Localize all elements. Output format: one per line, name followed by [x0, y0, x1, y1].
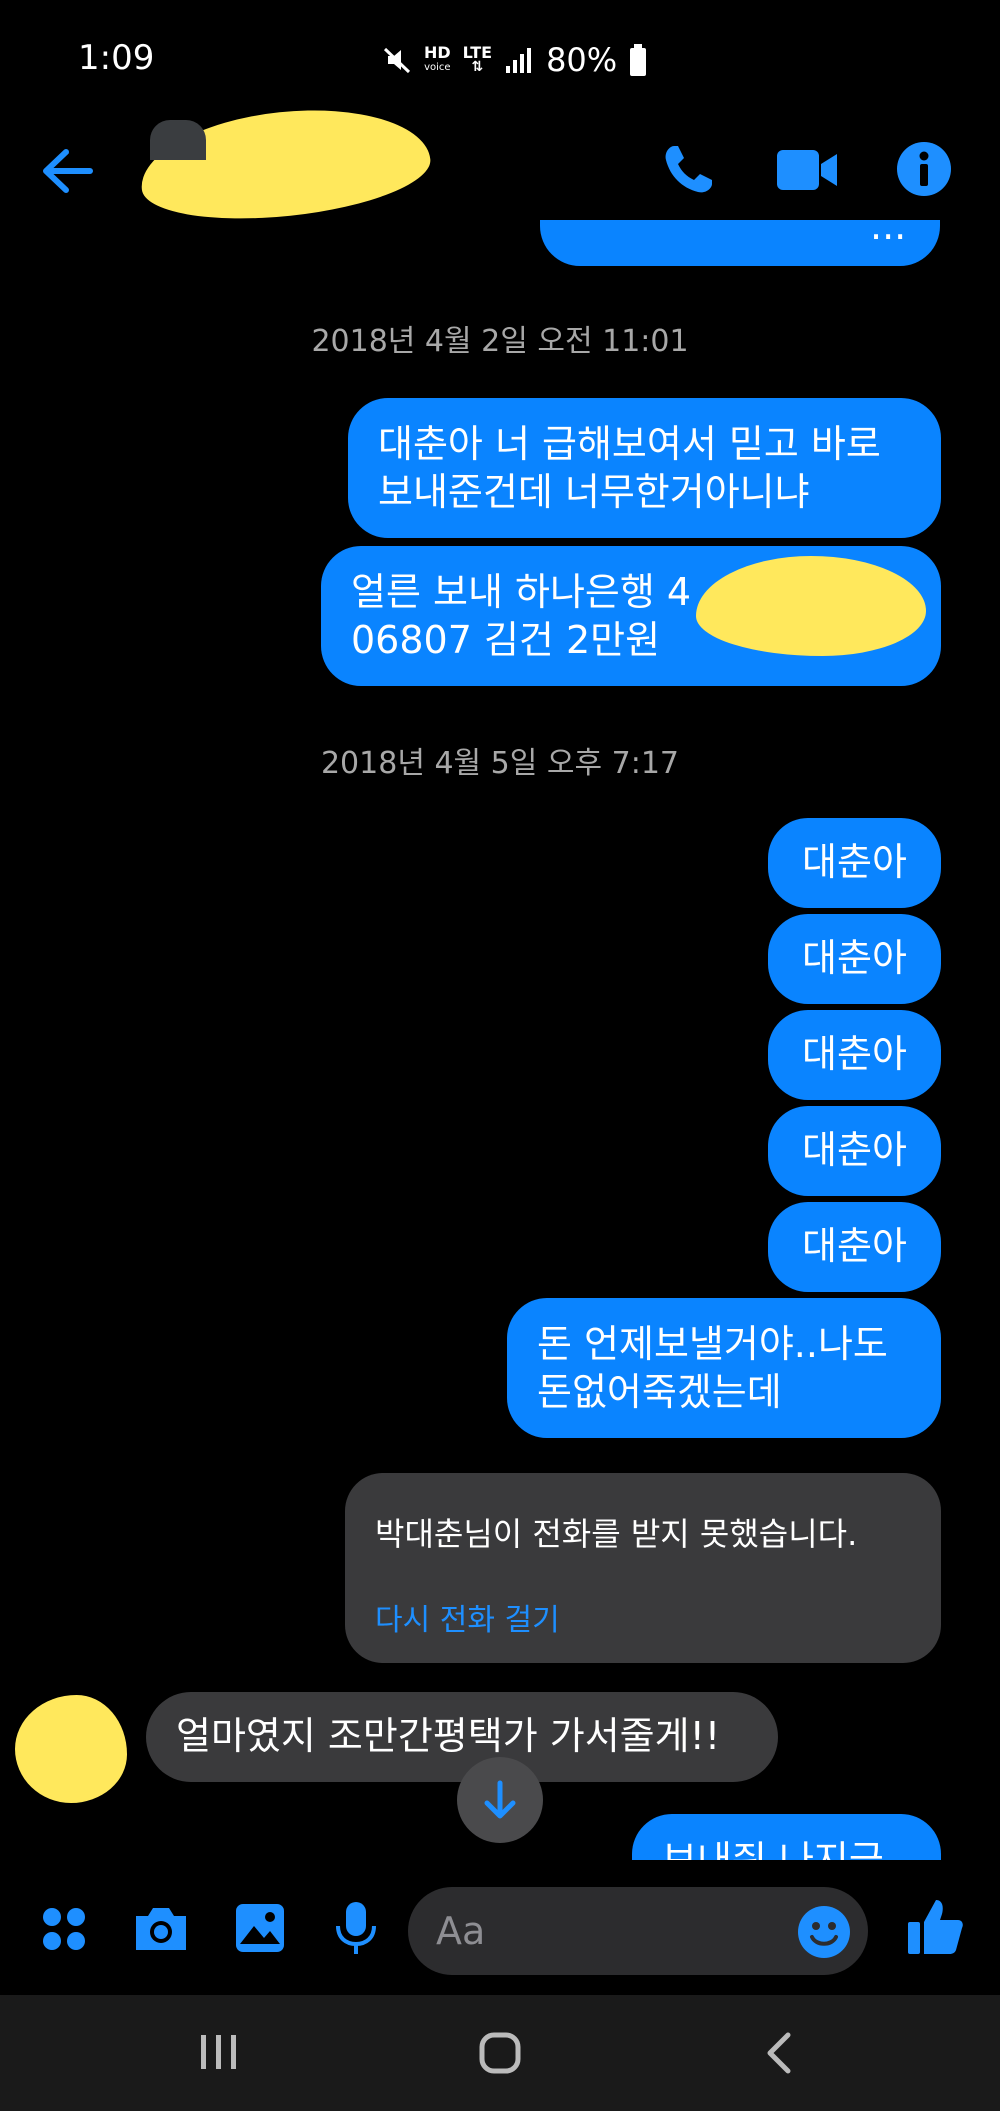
- back-icon[interactable]: [760, 2031, 796, 2075]
- status-icons: HD voice LTE ⇅ 80%: [382, 38, 647, 82]
- sender-avatar-redaction: [15, 1695, 127, 1803]
- composer-bar: Aa: [0, 1860, 1000, 1995]
- camera-icon[interactable]: [132, 1904, 190, 1954]
- voice-label: voice: [424, 62, 451, 73]
- hd-label: HD: [424, 43, 451, 62]
- message-bubble-partial-bottom[interactable]: 보내줘 나지금: [632, 1814, 941, 1860]
- arrow-down-icon: [484, 1780, 516, 1819]
- message-text: 대춘아: [802, 1128, 907, 1172]
- gallery-icon[interactable]: [234, 1902, 286, 1954]
- call-again-link[interactable]: 다시 전화 걸기: [375, 1595, 911, 1639]
- missed-call-text: 박대춘님이 전화를 받지 못했습니다.: [375, 1515, 858, 1553]
- message-bubble[interactable]: 얼른 보내 하나은행 4 06807 김건 2만원: [321, 546, 941, 686]
- lte-indicator: LTE ⇅: [463, 45, 492, 75]
- message-line: 보내준건데 너무한거아니냐: [378, 470, 810, 514]
- message-line: 돈 언제보낼거야..나도: [537, 1322, 888, 1366]
- message-bubble[interactable]: 대춘아: [768, 1202, 941, 1292]
- emoji-icon[interactable]: [796, 1904, 852, 1960]
- message-text: 얼마였지 조만간평택가 가서줄게!!: [176, 1714, 721, 1758]
- phone-icon[interactable]: [660, 142, 716, 198]
- message-bubble[interactable]: 대춘아: [768, 1010, 941, 1100]
- message-text: 대춘아: [802, 840, 907, 884]
- message-text: 대춘아: [802, 1224, 907, 1268]
- timestamp: 2018년 4월 2일 오전 11:01: [311, 324, 689, 359]
- message-line: 대춘아 너 급해보여서 믿고 바로: [378, 422, 881, 466]
- partial-top-text: ...: [870, 220, 907, 248]
- battery-percent: 80%: [546, 41, 618, 79]
- recent-apps-icon[interactable]: [198, 2033, 240, 2071]
- info-icon[interactable]: [895, 140, 953, 198]
- message-text: 대춘아: [802, 1032, 907, 1076]
- message-bubble-partial-top[interactable]: ...: [540, 220, 940, 266]
- message-thread[interactable]: ... 2018년 4월 2일 오전 11:01 대춘아 너 급해보여서 믿고 …: [0, 220, 1000, 1860]
- system-navigation-bar: [0, 1995, 1000, 2111]
- video-camera-icon[interactable]: [775, 146, 839, 194]
- message-bubble[interactable]: 돈 언제보낼거야..나도 돈없어죽겠는데: [507, 1298, 941, 1438]
- thumbs-up-icon[interactable]: [906, 1896, 966, 1958]
- message-input[interactable]: Aa: [408, 1887, 868, 1975]
- status-bar: 1:09 HD voice LTE ⇅ 80%: [0, 0, 1000, 120]
- conversation-header: [0, 97, 1000, 231]
- data-arrows-icon: ⇅: [471, 59, 484, 75]
- signal-icon: [506, 48, 532, 73]
- message-bubble[interactable]: 대춘아 너 급해보여서 믿고 바로 보내준건데 너무한거아니냐: [348, 398, 941, 538]
- mute-icon: [383, 47, 411, 74]
- message-bubble[interactable]: 대춘아: [768, 1106, 941, 1196]
- battery-icon: [630, 44, 647, 76]
- arrow-left-icon[interactable]: [38, 142, 96, 200]
- status-time: 1:09: [78, 38, 155, 78]
- message-line: 돈없어죽겠는데: [537, 1370, 782, 1414]
- message-text: 대춘아: [802, 936, 907, 980]
- message-text: 보내줘 나지금: [662, 1838, 884, 1860]
- message-bubble[interactable]: 대춘아: [768, 914, 941, 1004]
- message-bubble[interactable]: 대춘아: [768, 818, 941, 908]
- lte-label: LTE: [462, 43, 493, 62]
- timestamp: 2018년 4월 5일 오후 7:17: [320, 746, 680, 781]
- home-icon[interactable]: [478, 2031, 522, 2075]
- message-input-placeholder: Aa: [436, 1909, 486, 1953]
- microphone-icon[interactable]: [334, 1900, 378, 1958]
- avatar[interactable]: [150, 120, 206, 160]
- scroll-to-bottom-button[interactable]: [457, 1757, 543, 1843]
- hd-voice-indicator: HD voice: [424, 45, 451, 75]
- apps-icon[interactable]: [40, 1905, 88, 1953]
- missed-call-card: 박대춘님이 전화를 받지 못했습니다. 다시 전화 걸기: [345, 1473, 941, 1663]
